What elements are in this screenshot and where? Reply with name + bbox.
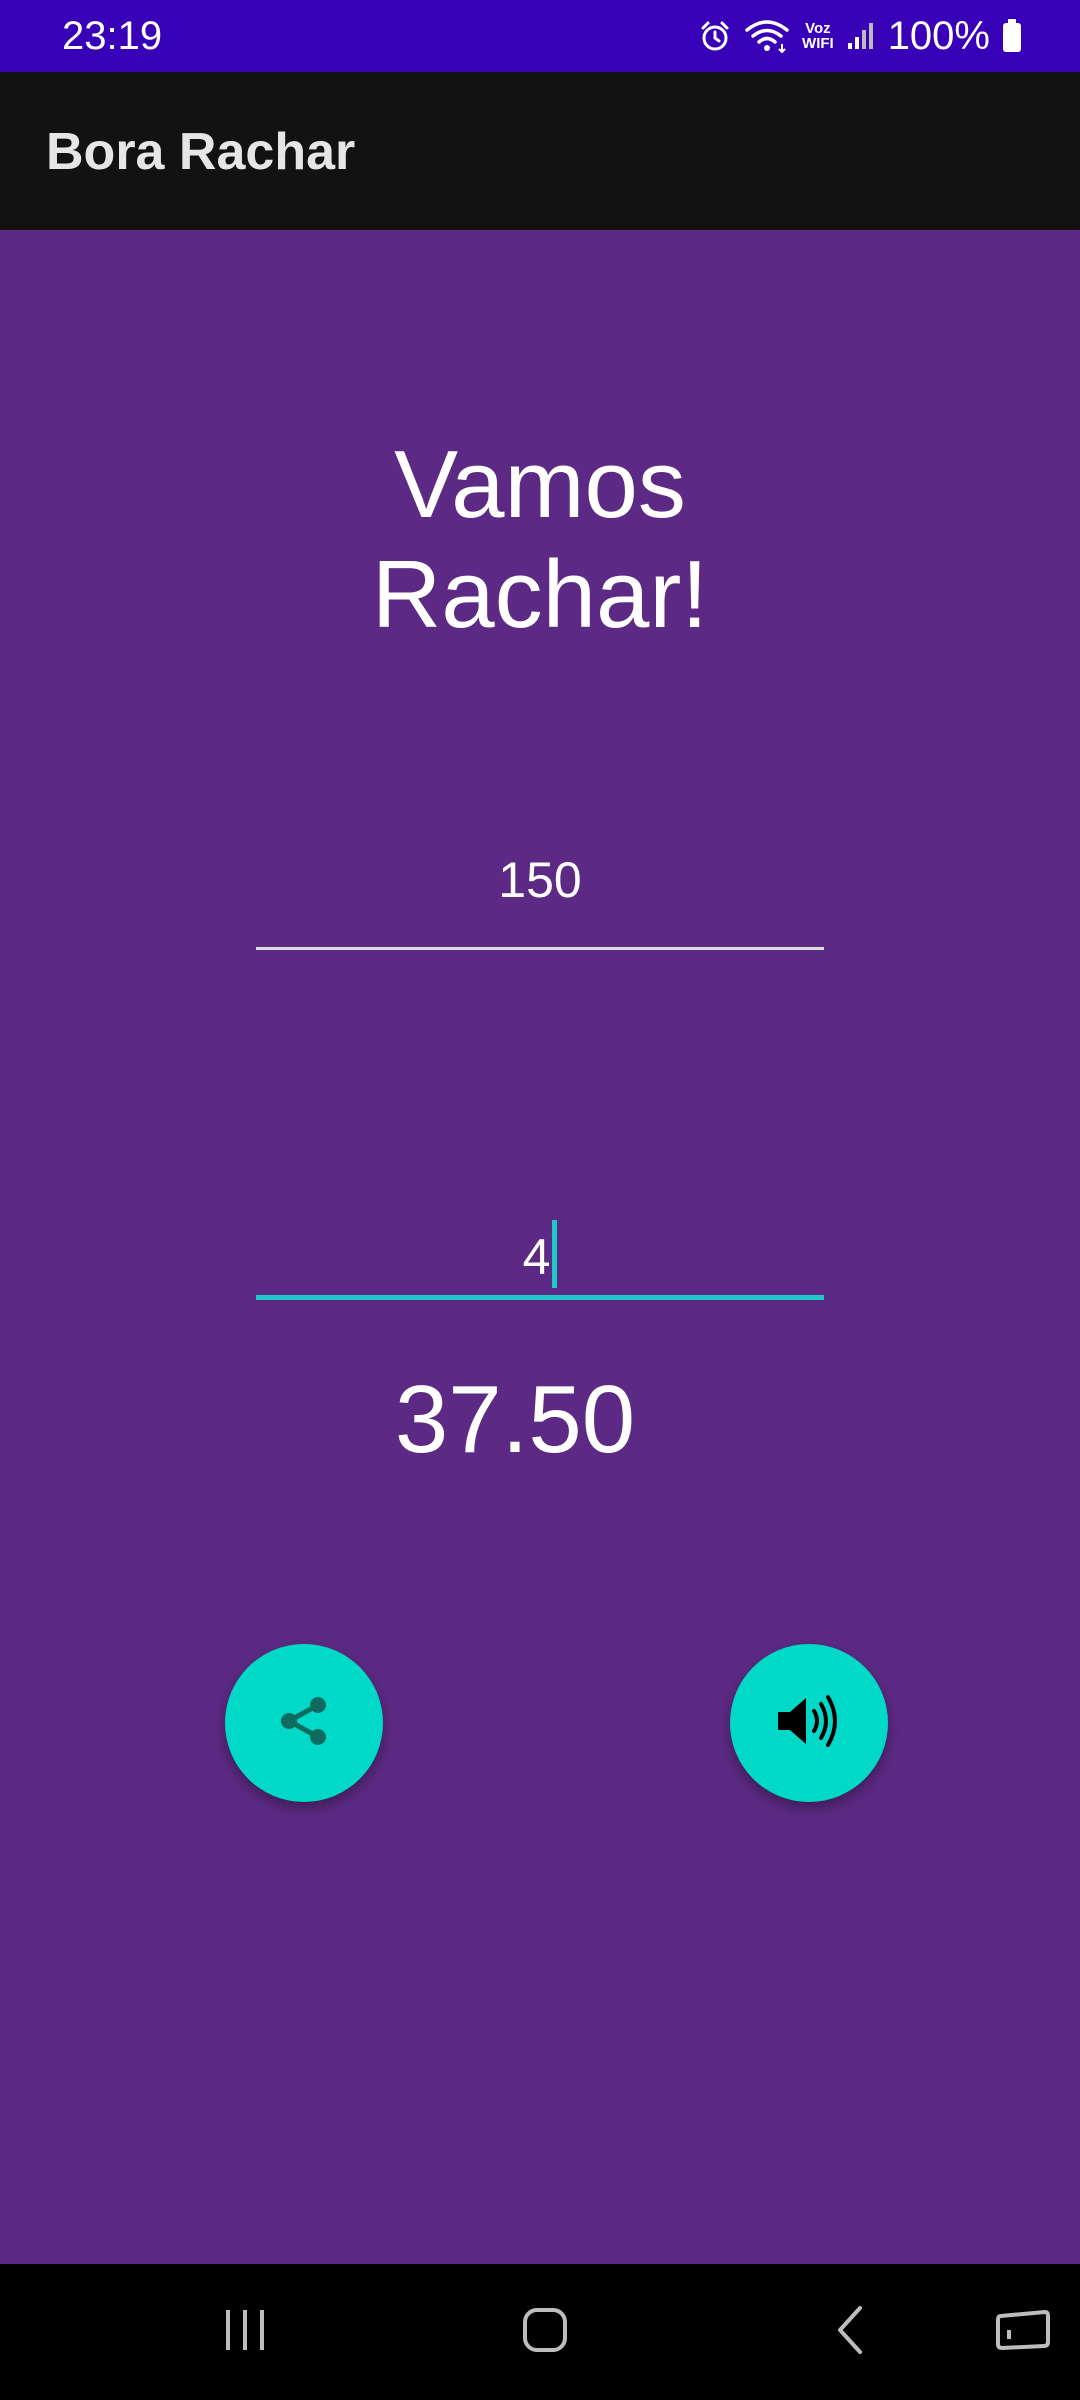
back-button[interactable] [815,2304,885,2360]
home-icon [521,2306,569,2359]
result-value: 37.50 [394,1366,636,1473]
people-count-input[interactable]: 4 [256,1180,824,1300]
people-count-underline [256,1295,824,1300]
battery-icon [1002,19,1022,53]
share-icon [275,1692,333,1755]
keyboard-toggle-button[interactable] [990,2304,1056,2360]
signal-icon [846,21,876,51]
recent-apps-button[interactable] [210,2304,280,2360]
app-bar: Bora Rachar [0,72,1080,230]
total-amount-underline [256,947,824,950]
keyboard-icon [995,2308,1051,2357]
speak-result-button[interactable] [730,1644,888,1802]
wifi-label: WIFI [802,35,834,52]
status-time: 23:19 [62,14,163,58]
total-amount-input[interactable]: 150 [256,850,824,950]
battery-percentage: 100% [887,14,990,58]
back-icon [830,2304,870,2361]
alarm-icon [698,19,732,53]
volume-icon [774,1690,844,1757]
status-bar: 23:19 Voz WIFI 100% [0,0,1080,72]
home-button[interactable] [510,2304,580,2360]
share-button[interactable] [225,1644,383,1802]
recent-apps-icon [222,2308,268,2357]
status-icons: Voz WIFI 100% [698,14,1022,58]
wifi-icon [744,18,790,54]
text-cursor [552,1220,558,1288]
voz-wifi-indicator: Voz WIFI [802,21,834,51]
app-title: Bora Rachar [46,123,356,181]
people-count-text: 4 [256,1180,824,1288]
headline: Vamos Rachar! [371,431,709,648]
total-amount-value: 150 [498,852,582,908]
main-content: Vamos Rachar! 150 4 37.50 [0,230,1080,2264]
navigation-bar [0,2264,1080,2400]
people-count-value: 4 [522,1229,551,1285]
